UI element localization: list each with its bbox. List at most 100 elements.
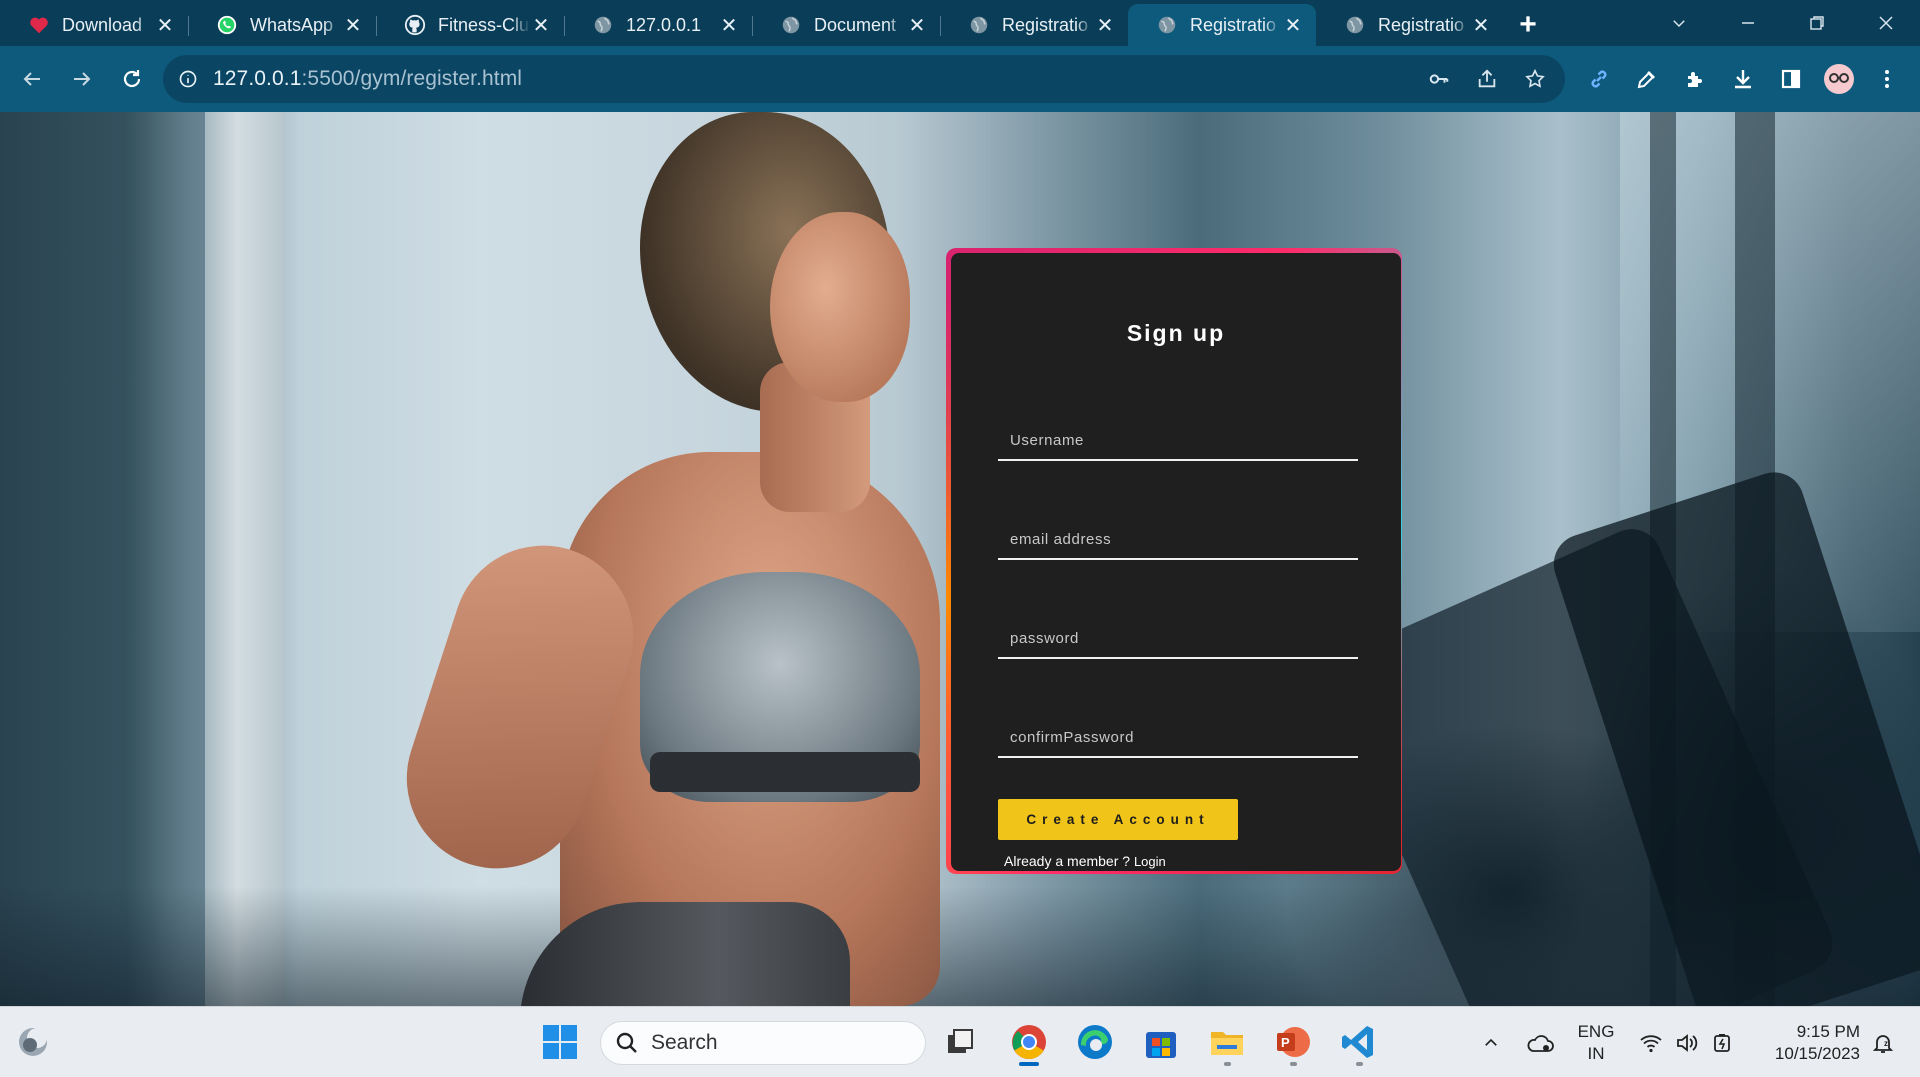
tab-label: WhatsApp (250, 14, 334, 35)
tab-registration-3[interactable]: Registratio ✕ (1316, 4, 1504, 46)
new-tab-button[interactable]: + (1504, 4, 1552, 46)
back-arrow-icon[interactable] (8, 55, 56, 103)
svg-text:z: z (1884, 1039, 1888, 1048)
globe-icon (968, 14, 990, 36)
task-view-icon[interactable] (936, 1017, 986, 1067)
whatsapp-icon (216, 14, 238, 36)
taskbar-search[interactable]: Search (600, 1021, 926, 1065)
url-path: :5500/gym/register.html (301, 67, 523, 90)
email-input[interactable] (998, 520, 1358, 558)
clock[interactable]: 9:15 PM 10/15/2023 (1750, 1021, 1860, 1065)
minimize-icon[interactable] (1713, 0, 1782, 46)
github-icon (404, 14, 426, 36)
create-account-button[interactable]: Create Account (998, 799, 1238, 840)
language-indicator[interactable]: ENG IN (1574, 1021, 1618, 1065)
close-window-icon[interactable] (1851, 0, 1920, 46)
search-icon (616, 1032, 637, 1053)
tab-registration-active[interactable]: Registratio ✕ (1128, 4, 1316, 46)
start-windows-icon[interactable] (535, 1017, 585, 1067)
weather-widget-icon[interactable] (8, 1017, 58, 1067)
username-input[interactable] (998, 421, 1358, 459)
page-content: Sign up Create Account Already a member … (0, 112, 1920, 1006)
tab-github[interactable]: Fitness-Clu ✕ (376, 4, 564, 46)
link-extension-icon[interactable] (1575, 55, 1623, 103)
restore-icon[interactable] (1782, 0, 1851, 46)
close-tab-icon[interactable]: ✕ (530, 14, 552, 37)
tab-label: Registratio (1378, 14, 1465, 35)
close-tab-icon[interactable]: ✕ (906, 14, 928, 37)
tab-label: Fitness-Clu (438, 14, 530, 35)
globe-icon (1344, 14, 1366, 36)
chrome-icon[interactable] (1004, 1017, 1054, 1067)
login-prompt: Already a member ? Login (1004, 853, 1166, 869)
heart-icon (28, 14, 50, 36)
edge-icon[interactable] (1070, 1017, 1120, 1067)
globe-icon (1156, 14, 1178, 36)
onedrive-cloud-icon[interactable] (1520, 1007, 1560, 1077)
tab-document[interactable]: Document ✕ (752, 4, 940, 46)
file-explorer-icon[interactable] (1202, 1017, 1252, 1067)
vscode-icon[interactable] (1334, 1017, 1384, 1067)
region-code: IN (1587, 1044, 1605, 1063)
tab-label: Document (814, 14, 897, 35)
clock-time: 9:15 PM (1796, 1022, 1860, 1041)
side-panel-icon[interactable] (1767, 55, 1815, 103)
clock-date: 10/15/2023 (1774, 1044, 1860, 1063)
globe-icon (780, 14, 802, 36)
tab-download[interactable]: Download ✕ (0, 4, 188, 46)
extensions-puzzle-icon[interactable] (1671, 55, 1719, 103)
address-bar[interactable]: 127.0.0.1:5500/gym/register.html (163, 55, 1565, 103)
password-field (998, 619, 1358, 659)
tab-registration-1[interactable]: Registratio ✕ (940, 4, 1128, 46)
lang-code: ENG (1577, 1022, 1615, 1041)
battery-charging-icon[interactable] (1706, 1007, 1740, 1077)
tab-label: Download (62, 14, 143, 35)
profile-avatar[interactable] (1815, 55, 1863, 103)
confirm-password-field (998, 718, 1358, 758)
close-tab-icon[interactable]: ✕ (342, 14, 364, 37)
wifi-icon[interactable] (1634, 1007, 1668, 1077)
tab-label: 127.0.0.1 (626, 14, 702, 35)
background-photo (0, 112, 210, 1006)
already-member-text: Already a member ? (1004, 853, 1134, 869)
email-field (998, 520, 1358, 560)
signup-card: Sign up Create Account Already a member … (951, 253, 1401, 871)
login-link[interactable]: Login (1134, 854, 1166, 869)
browser-toolbar: 127.0.0.1:5500/gym/register.html (0, 46, 1920, 112)
download-icon[interactable] (1719, 55, 1767, 103)
close-tab-icon[interactable]: ✕ (1282, 14, 1304, 37)
url-text[interactable]: 127.0.0.1:5500/gym/register.html (213, 67, 522, 91)
notification-bell-icon[interactable]: z (1866, 1007, 1900, 1077)
powerpoint-icon[interactable]: P (1268, 1017, 1318, 1067)
tab-whatsapp[interactable]: WhatsApp ✕ (188, 4, 376, 46)
close-tab-icon[interactable]: ✕ (718, 14, 740, 37)
globe-icon (592, 14, 614, 36)
username-field (998, 421, 1358, 461)
signup-title: Sign up (1126, 320, 1226, 346)
share-icon[interactable] (1463, 55, 1511, 103)
key-icon[interactable] (1415, 55, 1463, 103)
search-label: Search (651, 1031, 718, 1054)
volume-icon[interactable] (1670, 1007, 1704, 1077)
svg-text:P: P (1281, 1035, 1290, 1050)
tab-strip: Download ✕ WhatsApp ✕ Fitness-Clu ✕ 127.… (0, 0, 1920, 46)
eyedropper-icon[interactable] (1623, 55, 1671, 103)
tab-label: Registratio (1002, 14, 1089, 35)
tab-localhost[interactable]: 127.0.0.1 ✕ (564, 4, 752, 46)
confirm-password-input[interactable] (998, 718, 1358, 756)
forward-arrow-icon[interactable] (58, 55, 106, 103)
close-tab-icon[interactable]: ✕ (1094, 14, 1116, 37)
tab-search-icon[interactable] (1644, 0, 1713, 46)
close-tab-icon[interactable]: ✕ (154, 14, 176, 37)
url-host: 127.0.0.1 (213, 67, 302, 90)
password-input[interactable] (998, 619, 1358, 657)
bookmark-star-icon[interactable] (1511, 55, 1559, 103)
windows-taskbar: Search P ENG IN 9:15 PM 10/15/2023 z (0, 1006, 1920, 1077)
store-icon[interactable] (1136, 1017, 1186, 1067)
site-info-icon[interactable] (163, 69, 213, 89)
reload-icon[interactable] (108, 55, 156, 103)
show-hidden-icons-chevron-icon[interactable] (1474, 1007, 1508, 1077)
tab-label: Registratio (1190, 14, 1277, 35)
kebab-menu-icon[interactable] (1863, 55, 1911, 103)
close-tab-icon[interactable]: ✕ (1470, 14, 1492, 37)
